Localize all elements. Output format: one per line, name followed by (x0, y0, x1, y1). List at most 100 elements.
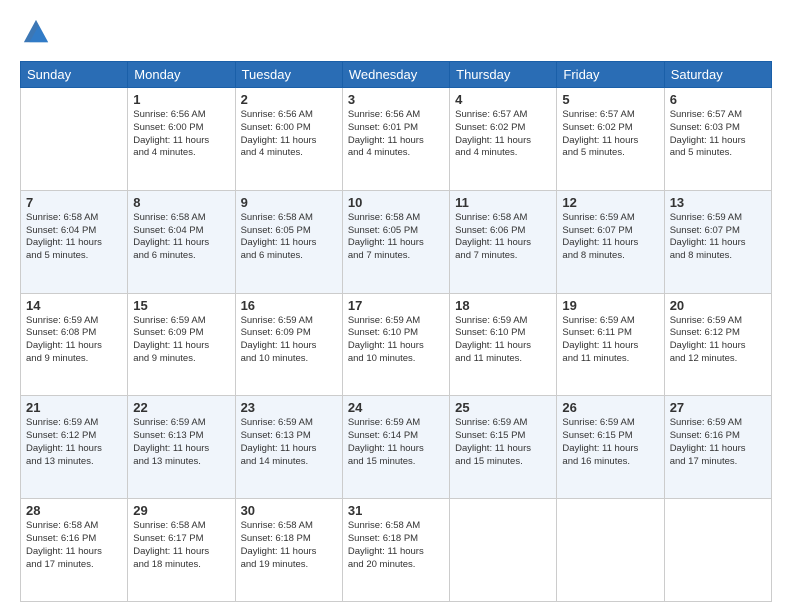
calendar-cell: 5 Sunrise: 6:57 AMSunset: 6:02 PMDaylight… (557, 88, 664, 191)
calendar-cell: 12 Sunrise: 6:59 AMSunset: 6:07 PMDayligh… (557, 190, 664, 293)
day-info: Sunrise: 6:59 AMSunset: 6:10 PMDaylight:… (348, 315, 444, 366)
day-info: Sunrise: 6:57 AMSunset: 6:02 PMDaylight:… (455, 109, 551, 160)
day-number: 21 (26, 400, 122, 415)
day-number: 4 (455, 92, 551, 107)
calendar-cell: 14 Sunrise: 6:59 AMSunset: 6:08 PMDayligh… (21, 293, 128, 396)
calendar-cell: 1 Sunrise: 6:56 AMSunset: 6:00 PMDaylight… (128, 88, 235, 191)
day-number: 29 (133, 503, 229, 518)
day-number: 5 (562, 92, 658, 107)
calendar-table: SundayMondayTuesdayWednesdayThursdayFrid… (20, 61, 772, 602)
day-number: 15 (133, 298, 229, 313)
calendar-cell: 28 Sunrise: 6:58 AMSunset: 6:16 PMDayligh… (21, 499, 128, 602)
calendar-cell: 18 Sunrise: 6:59 AMSunset: 6:10 PMDayligh… (450, 293, 557, 396)
calendar-cell (450, 499, 557, 602)
calendar-week-4: 21 Sunrise: 6:59 AMSunset: 6:12 PMDayligh… (21, 396, 772, 499)
calendar-cell: 20Sunrise: 6:59 AMSunset: 6:12 PMDayligh… (664, 293, 771, 396)
calendar-cell (557, 499, 664, 602)
calendar-cell: 15 Sunrise: 6:59 AMSunset: 6:09 PMDayligh… (128, 293, 235, 396)
calendar-week-1: 1 Sunrise: 6:56 AMSunset: 6:00 PMDaylight… (21, 88, 772, 191)
day-info: Sunrise: 6:57 AMSunset: 6:03 PMDaylight:… (670, 109, 766, 160)
day-info: Sunrise: 6:59 AMSunset: 6:14 PMDaylight:… (348, 417, 444, 468)
calendar-cell: 16 Sunrise: 6:59 AMSunset: 6:09 PMDayligh… (235, 293, 342, 396)
day-info: Sunrise: 6:59 AMSunset: 6:09 PMDaylight:… (133, 315, 229, 366)
day-header-thursday: Thursday (450, 62, 557, 88)
day-info: Sunrise: 6:59 AMSunset: 6:11 PMDaylight:… (562, 315, 658, 366)
day-number: 9 (241, 195, 337, 210)
calendar-cell: 26 Sunrise: 6:59 AMSunset: 6:15 PMDayligh… (557, 396, 664, 499)
day-info: Sunrise: 6:59 AMSunset: 6:08 PMDaylight:… (26, 315, 122, 366)
day-number: 2 (241, 92, 337, 107)
calendar-cell: 10 Sunrise: 6:58 AMSunset: 6:05 PMDayligh… (342, 190, 449, 293)
day-info: Sunrise: 6:58 AMSunset: 6:05 PMDaylight:… (348, 212, 444, 263)
calendar-cell: 24 Sunrise: 6:59 AMSunset: 6:14 PMDayligh… (342, 396, 449, 499)
day-info: Sunrise: 6:58 AMSunset: 6:18 PMDaylight:… (241, 520, 337, 571)
day-header-wednesday: Wednesday (342, 62, 449, 88)
calendar-cell: 25 Sunrise: 6:59 AMSunset: 6:15 PMDayligh… (450, 396, 557, 499)
day-info: Sunrise: 6:57 AMSunset: 6:02 PMDaylight:… (562, 109, 658, 160)
calendar-cell: 11 Sunrise: 6:58 AMSunset: 6:06 PMDayligh… (450, 190, 557, 293)
calendar-cell: 23 Sunrise: 6:59 AMSunset: 6:13 PMDayligh… (235, 396, 342, 499)
calendar-cell: 17Sunrise: 6:59 AMSunset: 6:10 PMDayligh… (342, 293, 449, 396)
calendar-header-row: SundayMondayTuesdayWednesdayThursdayFrid… (21, 62, 772, 88)
day-info: Sunrise: 6:56 AMSunset: 6:00 PMDaylight:… (241, 109, 337, 160)
day-number: 31 (348, 503, 444, 518)
calendar-cell: 2 Sunrise: 6:56 AMSunset: 6:00 PMDaylight… (235, 88, 342, 191)
day-info: Sunrise: 6:59 AMSunset: 6:13 PMDaylight:… (241, 417, 337, 468)
day-number: 20 (670, 298, 766, 313)
logo (20, 18, 50, 51)
day-info: Sunrise: 6:59 AMSunset: 6:15 PMDaylight:… (455, 417, 551, 468)
page: SundayMondayTuesdayWednesdayThursdayFrid… (0, 0, 792, 612)
calendar-cell: 13 Sunrise: 6:59 AMSunset: 6:07 PMDayligh… (664, 190, 771, 293)
day-number: 8 (133, 195, 229, 210)
calendar-cell: 9 Sunrise: 6:58 AMSunset: 6:05 PMDaylight… (235, 190, 342, 293)
calendar-week-3: 14 Sunrise: 6:59 AMSunset: 6:08 PMDayligh… (21, 293, 772, 396)
day-number: 30 (241, 503, 337, 518)
day-number: 14 (26, 298, 122, 313)
day-number: 28 (26, 503, 122, 518)
day-number: 18 (455, 298, 551, 313)
calendar-cell: 4 Sunrise: 6:57 AMSunset: 6:02 PMDaylight… (450, 88, 557, 191)
day-header-sunday: Sunday (21, 62, 128, 88)
day-number: 3 (348, 92, 444, 107)
day-header-tuesday: Tuesday (235, 62, 342, 88)
day-info: Sunrise: 6:59 AMSunset: 6:15 PMDaylight:… (562, 417, 658, 468)
day-info: Sunrise: 6:58 AMSunset: 6:05 PMDaylight:… (241, 212, 337, 263)
day-info: Sunrise: 6:58 AMSunset: 6:16 PMDaylight:… (26, 520, 122, 571)
day-number: 10 (348, 195, 444, 210)
calendar-week-2: 7 Sunrise: 6:58 AMSunset: 6:04 PMDaylight… (21, 190, 772, 293)
calendar-cell: 27Sunrise: 6:59 AMSunset: 6:16 PMDayligh… (664, 396, 771, 499)
day-number: 16 (241, 298, 337, 313)
day-info: Sunrise: 6:59 AMSunset: 6:09 PMDaylight:… (241, 315, 337, 366)
day-info: Sunrise: 6:59 AMSunset: 6:07 PMDaylight:… (562, 212, 658, 263)
day-info: Sunrise: 6:58 AMSunset: 6:17 PMDaylight:… (133, 520, 229, 571)
calendar-cell: 22Sunrise: 6:59 AMSunset: 6:13 PMDayligh… (128, 396, 235, 499)
logo-icon (22, 18, 50, 46)
calendar-cell: 31Sunrise: 6:58 AMSunset: 6:18 PMDayligh… (342, 499, 449, 602)
calendar-cell: 21 Sunrise: 6:59 AMSunset: 6:12 PMDayligh… (21, 396, 128, 499)
day-number: 1 (133, 92, 229, 107)
day-number: 7 (26, 195, 122, 210)
day-info: Sunrise: 6:59 AMSunset: 6:07 PMDaylight:… (670, 212, 766, 263)
calendar-week-5: 28 Sunrise: 6:58 AMSunset: 6:16 PMDayligh… (21, 499, 772, 602)
header (20, 18, 772, 51)
day-number: 12 (562, 195, 658, 210)
day-info: Sunrise: 6:58 AMSunset: 6:04 PMDaylight:… (26, 212, 122, 263)
day-info: Sunrise: 6:59 AMSunset: 6:12 PMDaylight:… (26, 417, 122, 468)
calendar-cell: 19Sunrise: 6:59 AMSunset: 6:11 PMDayligh… (557, 293, 664, 396)
day-number: 22 (133, 400, 229, 415)
day-number: 11 (455, 195, 551, 210)
day-number: 25 (455, 400, 551, 415)
day-info: Sunrise: 6:58 AMSunset: 6:06 PMDaylight:… (455, 212, 551, 263)
day-number: 23 (241, 400, 337, 415)
day-info: Sunrise: 6:59 AMSunset: 6:10 PMDaylight:… (455, 315, 551, 366)
calendar-cell: 3Sunrise: 6:56 AMSunset: 6:01 PMDaylight… (342, 88, 449, 191)
calendar-cell (664, 499, 771, 602)
day-number: 27 (670, 400, 766, 415)
day-number: 24 (348, 400, 444, 415)
day-number: 13 (670, 195, 766, 210)
day-header-friday: Friday (557, 62, 664, 88)
calendar-cell: 30 Sunrise: 6:58 AMSunset: 6:18 PMDayligh… (235, 499, 342, 602)
calendar-cell: 29 Sunrise: 6:58 AMSunset: 6:17 PMDayligh… (128, 499, 235, 602)
day-info: Sunrise: 6:56 AMSunset: 6:00 PMDaylight:… (133, 109, 229, 160)
day-number: 26 (562, 400, 658, 415)
